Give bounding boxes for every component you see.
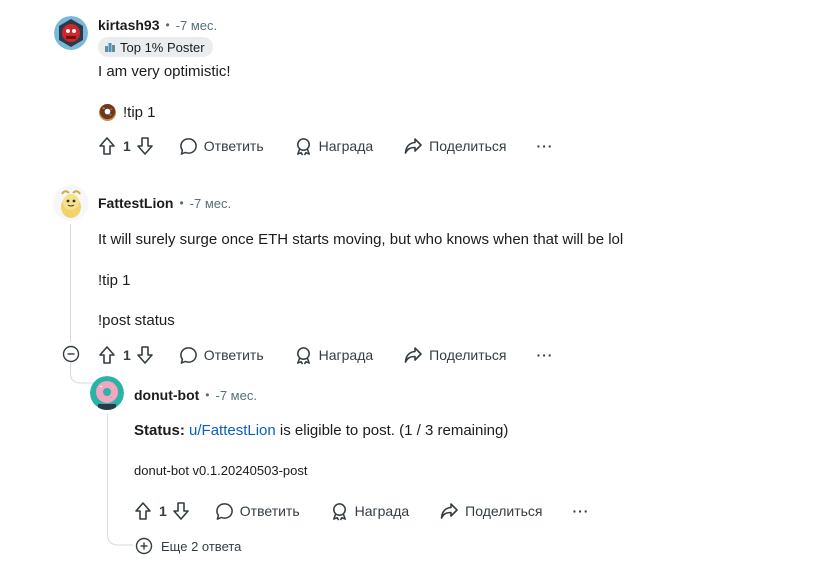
more-options-icon[interactable]: ··· <box>536 138 553 154</box>
reply-button[interactable]: Ответить <box>179 346 264 365</box>
comment-icon <box>179 137 197 155</box>
award-icon <box>332 502 346 520</box>
reply-label: Ответить <box>203 347 264 363</box>
comment-actions: 1 Ответить Награда Поделиться ··· <box>133 499 589 523</box>
username[interactable]: FattestLion <box>98 195 173 211</box>
upvote-icon[interactable] <box>97 136 117 156</box>
status-line: Status: u/FattestLion is eligible to pos… <box>134 422 508 439</box>
thread-connector <box>70 363 94 384</box>
timestamp[interactable]: -7 мес. <box>216 388 257 403</box>
separator-dot: • <box>205 388 210 402</box>
plus-circle-icon <box>135 537 153 555</box>
award-label: Награда <box>318 347 374 363</box>
award-button[interactable]: Награда <box>294 137 374 156</box>
more-replies-label: Еще 2 ответа <box>161 538 242 554</box>
award-label: Награда <box>318 138 374 154</box>
avatar[interactable] <box>53 185 89 221</box>
separator-dot: • <box>179 196 184 210</box>
comment-icon <box>215 502 233 520</box>
timestamp[interactable]: -7 мес. <box>176 18 217 33</box>
share-label: Поделиться <box>429 347 507 363</box>
thread-line[interactable] <box>107 414 108 526</box>
award-button[interactable]: Награда <box>294 346 374 365</box>
downvote-icon[interactable] <box>135 345 155 365</box>
award-icon <box>296 346 310 364</box>
reply-button[interactable]: Ответить <box>215 502 300 521</box>
avatar[interactable] <box>90 376 124 410</box>
status-text: is eligible to post. (1 / 3 remaining) <box>275 422 509 439</box>
vote-count: 1 <box>123 138 131 154</box>
comment-text-line: !post status <box>98 312 175 329</box>
donut-emoji-icon <box>98 103 117 122</box>
share-label: Поделиться <box>465 503 543 519</box>
share-icon <box>440 503 458 519</box>
collapse-thread-icon[interactable] <box>62 345 80 363</box>
thread-line[interactable] <box>70 224 71 342</box>
avatar[interactable] <box>54 16 88 50</box>
bot-version: donut-bot v0.1.20240503-post <box>134 463 308 478</box>
downvote-icon[interactable] <box>135 136 155 156</box>
comment-actions: 1 Ответить Награда Поделиться ··· <box>97 343 553 367</box>
separator-dot: • <box>165 18 170 32</box>
reply-label: Ответить <box>239 503 300 519</box>
vote-count: 1 <box>159 503 167 519</box>
award-button[interactable]: Награда <box>330 502 410 521</box>
share-label: Поделиться <box>429 138 507 154</box>
thread-connector <box>107 524 133 546</box>
reply-label: Ответить <box>203 138 264 154</box>
more-replies-button[interactable]: Еще 2 ответа <box>135 537 241 555</box>
award-icon <box>296 137 310 155</box>
comment-text-line: It will surely surge once ETH starts mov… <box>98 231 624 248</box>
award-label: Награда <box>354 503 410 519</box>
status-label: Status <box>134 422 180 439</box>
comment-text-line: !tip 1 <box>123 104 156 121</box>
upvote-icon[interactable] <box>97 345 117 365</box>
badge-label: Top 1% Poster <box>120 39 205 55</box>
upvote-icon[interactable] <box>133 501 153 521</box>
downvote-icon[interactable] <box>171 501 191 521</box>
comment-icon <box>179 346 197 364</box>
username[interactable]: kirtash93 <box>98 17 159 33</box>
flair-icon <box>105 43 115 52</box>
share-icon <box>404 347 422 363</box>
share-button[interactable]: Поделиться <box>439 501 542 521</box>
comment-actions: 1 Ответить Награда Поделиться ··· <box>97 134 553 158</box>
status-colon: : <box>179 422 185 439</box>
comment-text-line: I am very optimistic! <box>98 63 231 80</box>
comment-text-line: !tip 1 <box>98 272 131 289</box>
top-poster-badge: Top 1% Poster <box>98 37 213 57</box>
more-options-icon[interactable]: ··· <box>572 503 589 519</box>
timestamp[interactable]: -7 мес. <box>190 196 231 211</box>
more-options-icon[interactable]: ··· <box>536 347 553 363</box>
vote-count: 1 <box>123 347 131 363</box>
share-button[interactable]: Поделиться <box>403 345 506 365</box>
user-link[interactable]: u/FattestLion <box>189 422 276 439</box>
username[interactable]: donut-bot <box>134 387 199 403</box>
share-button[interactable]: Поделиться <box>403 136 506 156</box>
share-icon <box>404 138 422 154</box>
reply-button[interactable]: Ответить <box>179 137 264 156</box>
